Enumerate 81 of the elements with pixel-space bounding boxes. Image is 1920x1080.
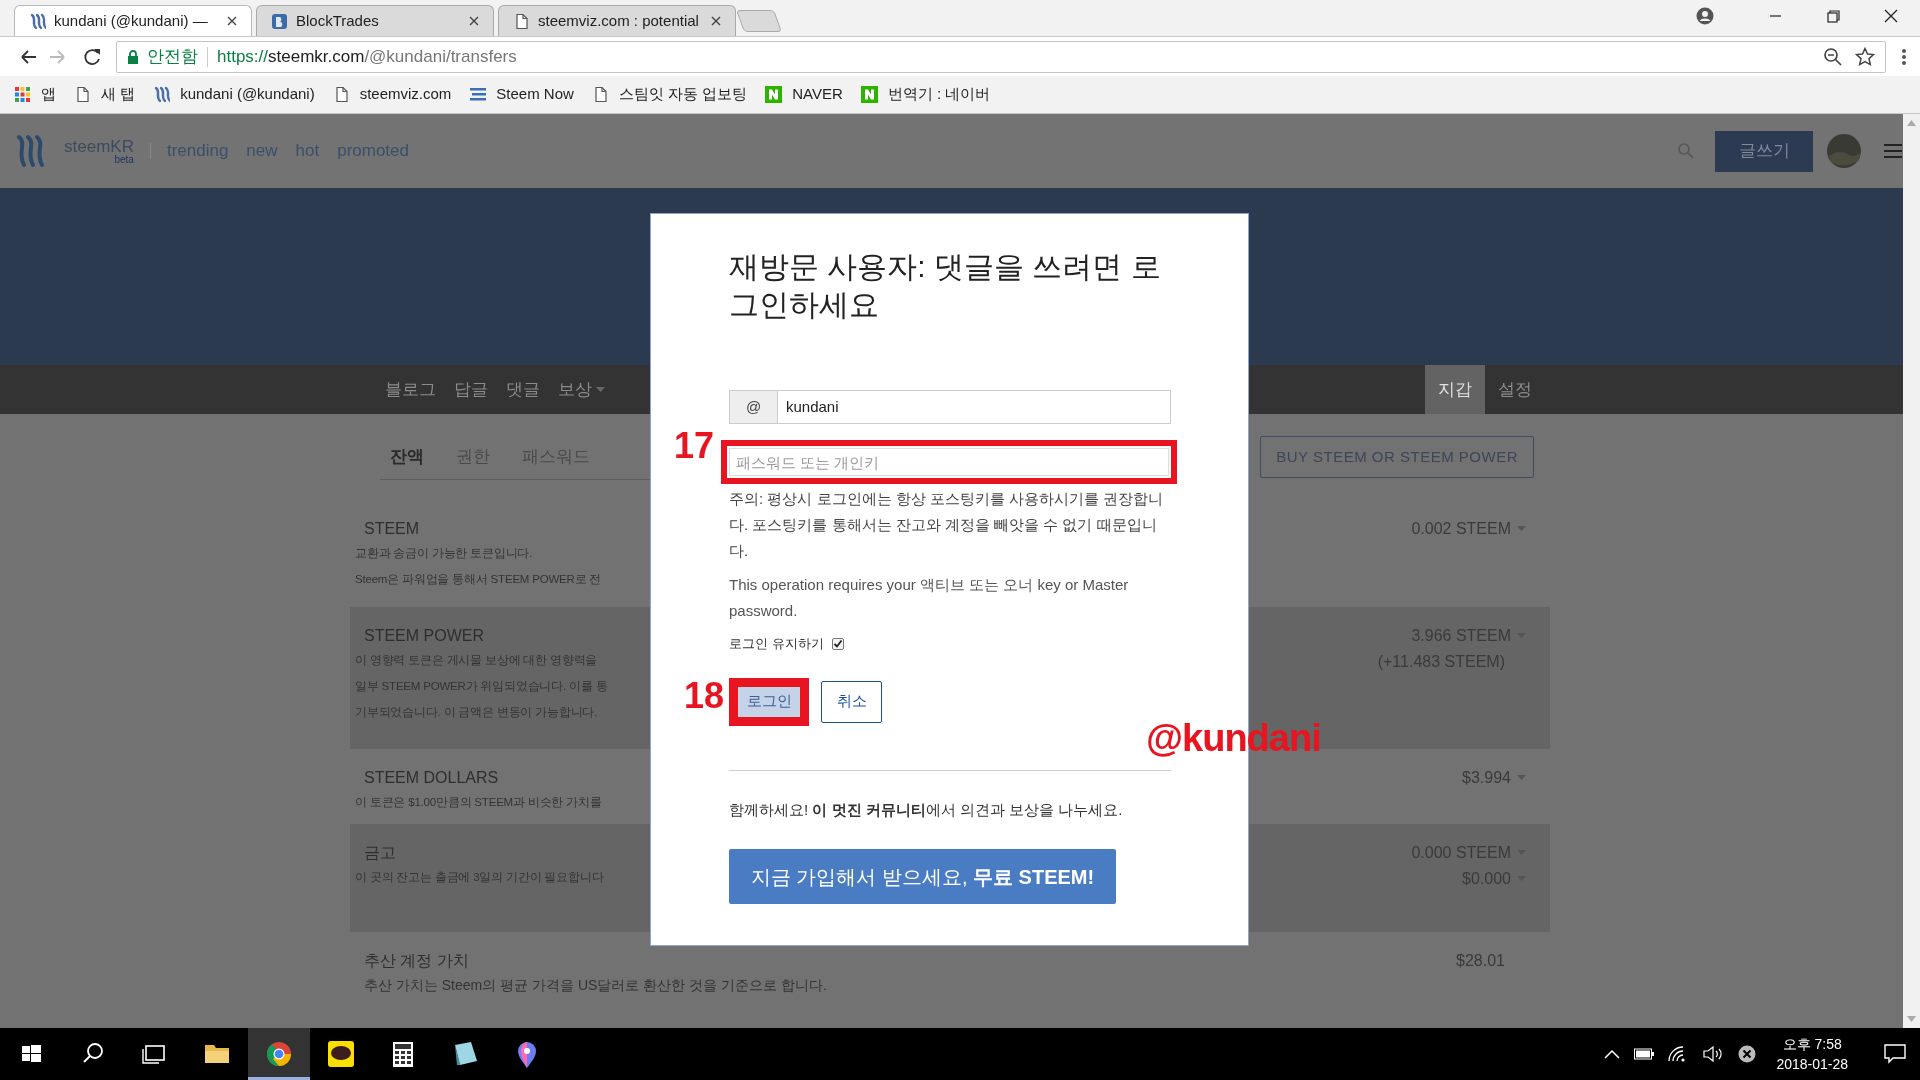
clock[interactable]: 오후 7:58 2018-01-28	[1770, 1034, 1854, 1074]
tab-title: steemviz.com : potential	[538, 10, 700, 31]
bookmark[interactable]: NAVER	[765, 83, 843, 106]
username-field[interactable]: @ kundani	[729, 390, 1171, 424]
close-icon[interactable]	[711, 16, 721, 26]
bookmark-label[interactable]: 스팀잇 자동 업보팅	[618, 83, 748, 106]
balance-title: STEEM	[364, 519, 420, 539]
lines-icon	[469, 86, 487, 103]
annotation-number: 18	[684, 678, 725, 714]
profile-tab[interactable]: 블로그	[376, 365, 445, 414]
notification-icon[interactable]	[1884, 1044, 1906, 1064]
naver-logo-icon	[860, 86, 878, 103]
battery-icon[interactable]	[1634, 1048, 1655, 1060]
avatar[interactable]	[1827, 134, 1861, 168]
balance-title: 추산 계정 가치	[364, 951, 469, 971]
bookmark[interactable]: kundani (@kundani)	[153, 83, 315, 106]
menu-icon[interactable]	[1883, 142, 1903, 160]
tab-title: BlockTrades	[296, 10, 380, 31]
naver-logo-icon	[765, 86, 783, 103]
steem-logo-icon	[153, 86, 171, 103]
url-text: https://steemkr.com/@kundani/transfers	[217, 45, 517, 68]
error-icon[interactable]	[1738, 1045, 1757, 1063]
beta-label: beta	[114, 154, 134, 165]
signup-button[interactable]: 지금 가입해서 받으세요, 무료 STEEM!	[729, 849, 1116, 904]
chevron-up-icon[interactable]	[1604, 1049, 1621, 1059]
bookmark-star-icon[interactable]	[1855, 46, 1875, 67]
volume-icon[interactable]	[1702, 1046, 1725, 1062]
lock-icon	[127, 49, 139, 64]
checked-checkbox[interactable]	[831, 637, 844, 650]
account-icon[interactable]	[1696, 7, 1714, 25]
dialog-title: 재방문 사용자: 댓글을 쓰려면 로그인하세요	[729, 249, 1162, 323]
keep-logged-in-label: 로그인 유지하기	[729, 635, 824, 653]
caret-icon	[596, 386, 605, 393]
annotation-number: 17	[674, 428, 715, 464]
profile-tab[interactable]: 답글	[445, 365, 497, 414]
warning-text: 주의: 평상시 로그인에는 항상 포스팅키를 사용하시기를 권장합니다. 포스팅키를 통해서는 잔고와 계정을 빼앗을 수 없기 때문입니다.	[729, 489, 1165, 561]
cancel-button[interactable]: 취소	[821, 680, 882, 723]
bookmark-label[interactable]: steemviz.com	[359, 83, 452, 106]
bookmark[interactable]: 새 탭	[74, 83, 136, 106]
secure-label: 안전함	[147, 45, 198, 68]
browser-tab[interactable]: kundani (@kundani) —	[14, 5, 252, 36]
close-icon[interactable]	[469, 16, 479, 26]
close-icon[interactable]	[227, 16, 237, 26]
caret-icon	[1517, 526, 1526, 532]
bookmark[interactable]: steemviz.com	[332, 83, 452, 106]
bookmark[interactable]: 앱	[14, 83, 56, 106]
page-icon	[74, 86, 91, 103]
balance-description: 추산 가치는 Steem의 평균 가격을 US달러로 환산한 것을 기준으로 합니다.	[364, 976, 827, 995]
join-text: 함께하세요! 이 멋진 커뮤니티에서 의견과 보상을 나누세요.	[729, 799, 1124, 820]
bookmark-label[interactable]: kundani (@kundani)	[180, 83, 315, 106]
browser-tab[interactable]: steemviz.com : potential	[498, 5, 736, 36]
balance-description: 교환과 송금이 가능한 토큰입니다.	[355, 546, 533, 561]
profile-tab[interactable]: 지갑	[1425, 365, 1485, 414]
bookmark-label[interactable]: 새 탭	[101, 83, 136, 106]
balance-description: 이 토큰은 $1.00만큼의 STEEM과 비슷한 가치를	[355, 795, 602, 810]
address-bar[interactable]: 안전함 https://steemkr.com/@kundani/transfers	[116, 40, 1886, 73]
bookmark[interactable]: 스팀잇 자동 업보팅	[591, 83, 748, 106]
bookmark[interactable]: Steem Now	[469, 83, 574, 106]
profile-tab[interactable]: 보상	[549, 365, 614, 414]
apps-icon	[14, 86, 31, 103]
balance-description: Steem은 파워업을 통해서 STEEM POWER로 전	[355, 572, 602, 587]
steem-logo-icon	[29, 12, 46, 30]
balance-value: $28.01	[1456, 951, 1506, 971]
at-prefix: @	[730, 391, 778, 423]
username-input[interactable]: kundani	[778, 391, 1170, 423]
bookmark[interactable]: 번역기 : 네이버	[860, 83, 991, 106]
bookmark-label[interactable]: 앱	[41, 83, 56, 106]
profile-tab[interactable]: 댓글	[497, 365, 549, 414]
blocktrades-logo-icon	[271, 12, 288, 30]
bookmark-label[interactable]: Steem Now	[496, 83, 574, 106]
browser-tab[interactable]: BlockTrades	[256, 5, 494, 36]
requirement-note: This operation requires your 액티브 또는 오너 key or Master password.	[729, 575, 1130, 621]
balance-title: STEEM DOLLARS	[364, 768, 499, 788]
caret-icon	[1517, 775, 1526, 781]
profile-tab[interactable]: 설정	[1485, 365, 1545, 414]
bookmark-label[interactable]: 번역기 : 네이버	[887, 83, 991, 106]
tab-title: kundani (@kundani) —	[54, 10, 209, 31]
zoom-out-icon[interactable]	[1823, 46, 1843, 67]
balance-title: STEEM POWER	[364, 626, 484, 646]
page-icon	[513, 12, 530, 30]
bookmark-label[interactable]: NAVER	[792, 83, 843, 106]
